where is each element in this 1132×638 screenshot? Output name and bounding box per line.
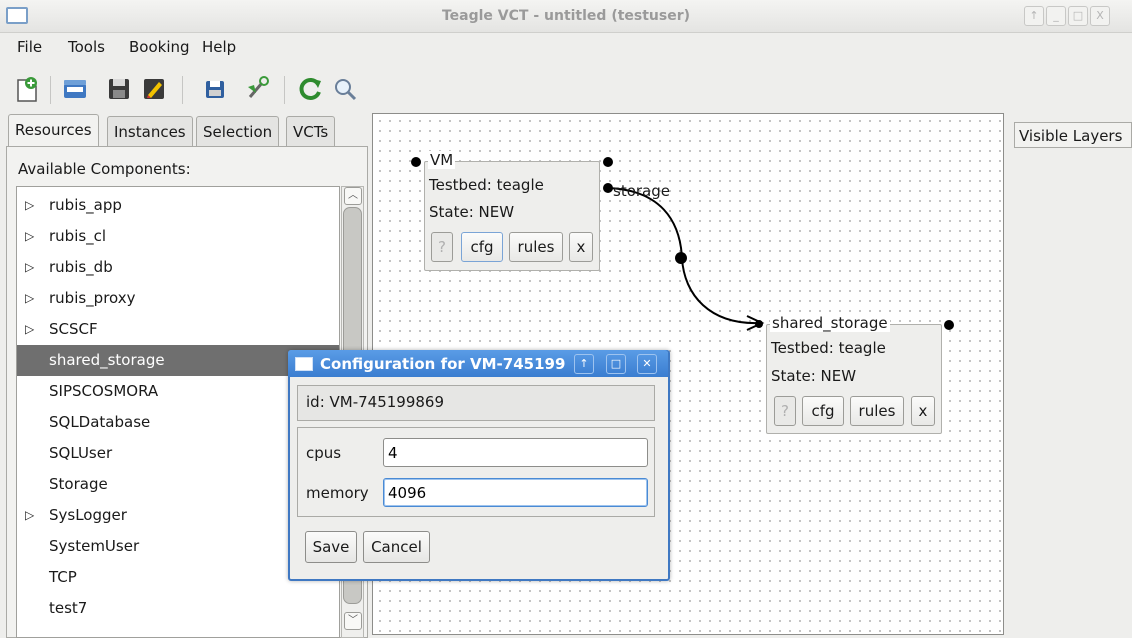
node-port[interactable]: [944, 320, 954, 330]
cpus-label: cpus: [306, 444, 342, 462]
memory-field[interactable]: [383, 478, 648, 507]
expand-arrow-icon[interactable]: ▷: [25, 500, 34, 531]
list-item-label: shared_storage: [49, 351, 165, 369]
dialog-close-button[interactable]: ✕: [637, 354, 657, 374]
rules-button[interactable]: rules: [509, 232, 563, 262]
help-button[interactable]: ?: [774, 396, 796, 426]
menu-file[interactable]: File: [17, 38, 42, 56]
toolbar: [0, 64, 1132, 110]
node-port[interactable]: [411, 157, 421, 167]
list-item[interactable]: ▷ rubis_cl: [17, 221, 339, 252]
cfg-button[interactable]: cfg: [802, 396, 844, 426]
remove-node-button[interactable]: x: [569, 232, 593, 262]
settings-icon[interactable]: [243, 74, 273, 104]
window-minimize-button[interactable]: _: [1046, 6, 1066, 26]
available-components-heading: Available Components:: [18, 160, 191, 178]
node-port[interactable]: [603, 157, 613, 167]
tab-selection[interactable]: Selection: [196, 116, 280, 147]
connection-midpoint-handle[interactable]: [675, 252, 687, 264]
expand-arrow-icon[interactable]: ▷: [25, 283, 34, 314]
expand-arrow-icon[interactable]: ▷: [25, 221, 34, 252]
toolbar-separator: [182, 76, 183, 104]
dialog-shade-button[interactable]: ↑: [574, 354, 594, 374]
list-item-label: rubis_app: [49, 196, 122, 214]
list-item-label: rubis_cl: [49, 227, 107, 245]
toolbar-separator: [284, 76, 285, 104]
list-item[interactable]: ▷ rubis_proxy: [17, 283, 339, 314]
rules-button[interactable]: rules: [850, 396, 904, 426]
dialog-title: Configuration for VM-745199: [320, 355, 566, 373]
refresh-icon[interactable]: [296, 74, 326, 104]
tab-vcts[interactable]: VCTs: [286, 116, 336, 147]
expand-arrow-icon[interactable]: ▷: [25, 314, 34, 345]
menu-booking[interactable]: Booking: [129, 38, 190, 56]
list-item-label: TCP: [49, 568, 77, 586]
tab-resources[interactable]: Resources: [8, 114, 99, 148]
search-icon[interactable]: [330, 74, 360, 104]
window-maximize-button[interactable]: □: [1068, 6, 1088, 26]
expand-arrow-icon[interactable]: ▷: [25, 190, 34, 221]
open-icon[interactable]: [60, 74, 90, 104]
node-title: VM: [428, 151, 456, 169]
list-item-label: SIPSCOSMORA: [49, 382, 159, 400]
list-item-label: SQLUser: [49, 444, 113, 462]
edit-icon[interactable]: [139, 74, 169, 104]
menu-tools[interactable]: Tools: [68, 38, 105, 56]
remove-node-button[interactable]: x: [911, 396, 935, 426]
menu-help[interactable]: Help: [202, 38, 236, 56]
list-item-label: SystemUser: [49, 537, 140, 555]
help-button[interactable]: ?: [431, 232, 453, 262]
expand-arrow-icon[interactable]: ▷: [25, 252, 34, 283]
new-document-icon[interactable]: [12, 74, 42, 104]
list-item-label: test7: [49, 599, 88, 617]
config-id: id: VM-745199869: [306, 393, 445, 411]
list-item[interactable]: ▷ rubis_app: [17, 190, 339, 221]
node-state: State: NEW: [771, 367, 857, 385]
list-item[interactable]: ▷ SCSCF: [17, 314, 339, 345]
window-close-button[interactable]: X: [1090, 6, 1110, 26]
cancel-button[interactable]: Cancel: [363, 531, 430, 563]
node-testbed: Testbed: teagle: [429, 176, 544, 194]
list-item-label: SCSCF: [49, 320, 98, 338]
save-icon[interactable]: [104, 74, 134, 104]
visible-layers-dropdown[interactable]: Visible Layers: [1014, 122, 1132, 148]
node-state: State: NEW: [429, 203, 515, 221]
connection-label: storage: [613, 182, 670, 200]
tab-instances[interactable]: Instances: [107, 116, 193, 147]
list-item-label: rubis_proxy: [49, 289, 136, 307]
scroll-up-icon[interactable]: ︿: [344, 187, 362, 205]
window-shade-button[interactable]: ↑: [1024, 6, 1044, 26]
node-title: shared_storage: [770, 314, 890, 332]
list-item[interactable]: ▷ rubis_db: [17, 252, 339, 283]
dialog-maximize-button[interactable]: □: [606, 354, 626, 374]
cfg-button[interactable]: cfg: [461, 232, 503, 262]
node-port[interactable]: [755, 320, 763, 328]
save-as-icon[interactable]: [200, 74, 230, 104]
cpus-field[interactable]: [383, 438, 648, 467]
list-item-label: rubis_db: [49, 258, 113, 276]
memory-label: memory: [306, 484, 369, 502]
toolbar-separator: [50, 76, 51, 104]
window-title: Teagle VCT - untitled (testuser): [441, 8, 691, 24]
list-item-label: Storage: [49, 475, 108, 493]
save-button[interactable]: Save: [305, 531, 357, 563]
list-item-label: SysLogger: [49, 506, 127, 524]
list-item-label: SQLDatabase: [49, 413, 151, 431]
dialog-window-icon: [295, 357, 313, 371]
scroll-down-icon[interactable]: ﹀: [344, 612, 362, 630]
list-item[interactable]: test7: [17, 593, 339, 624]
node-testbed: Testbed: teagle: [771, 339, 886, 357]
node-port[interactable]: [603, 183, 613, 193]
